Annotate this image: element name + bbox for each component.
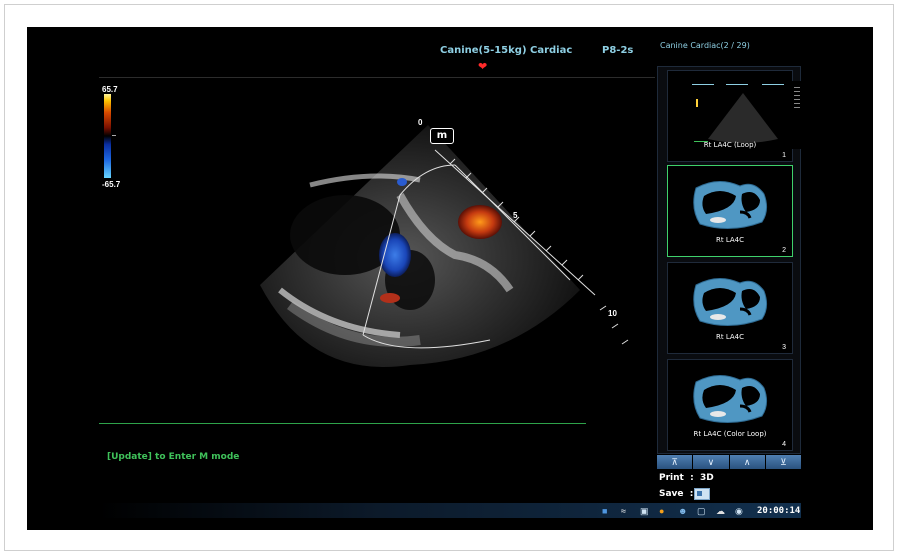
thumbnail-label: Rt LA4C (Loop): [703, 141, 757, 149]
exam-title: Canine(5-15kg) Cardiac: [440, 45, 573, 56]
depth-label: 10: [608, 309, 617, 318]
save-setting[interactable]: Save :: [659, 489, 693, 499]
color-scale-min: -65.7: [102, 180, 121, 189]
exam-progress: Canine Cardiac(2 / 29): [660, 41, 750, 50]
save-label: Save: [659, 489, 684, 499]
first-page-icon[interactable]: ⊼: [657, 455, 693, 469]
color-flow-blue: [397, 178, 407, 186]
system-clock: 20:00:14: [757, 506, 801, 516]
thumbnail-nav: ⊼ ∨ ∧ ⊻: [657, 455, 801, 469]
color-flow-red: [458, 205, 502, 239]
thumbnail-preview: [688, 81, 806, 149]
probe-name: P8-2s: [602, 45, 634, 56]
color-scale-baseline: [112, 135, 116, 136]
thumbnail-index: 4: [782, 441, 786, 448]
thumbnail-3[interactable]: Rt LA4C 3: [667, 262, 793, 354]
heart-diagram-icon: [693, 181, 768, 230]
thumbnail-label: Rt LA4C: [715, 333, 745, 341]
probe-icon[interactable]: ■: [602, 506, 607, 516]
print-setting[interactable]: Print : 3D: [659, 473, 714, 483]
depth-label: 0: [418, 118, 423, 127]
timeline-divider: [99, 423, 586, 424]
thumbnail-index: 3: [782, 344, 786, 351]
thumbnail-label: Rt LA4C: [715, 236, 745, 244]
color-scale-max: 65.7: [102, 85, 118, 94]
color-flow-red: [380, 293, 400, 303]
save-icon[interactable]: [694, 488, 710, 500]
page-down-icon[interactable]: ∨: [693, 455, 729, 469]
thumbnail-4[interactable]: Rt LA4C (Color Loop) 4: [667, 359, 793, 451]
page-up-icon[interactable]: ∧: [729, 455, 765, 469]
warning-icon[interactable]: ●: [659, 506, 664, 516]
status-bar: [99, 503, 801, 518]
user-icon[interactable]: ☻: [678, 506, 687, 516]
thumbnail-index: 1: [782, 152, 786, 159]
print-queue-icon[interactable]: ☁: [716, 506, 725, 516]
monitor-icon[interactable]: ▢: [697, 506, 706, 516]
color-velocity-bar: [104, 94, 111, 178]
heart-diagram-icon: [693, 278, 768, 327]
network-icon[interactable]: ▣: [640, 506, 649, 516]
thumbnail-1[interactable]: Rt LA4C (Loop) 1: [667, 70, 806, 162]
m-mode-cursor-badge[interactable]: m: [430, 128, 454, 144]
thumbnail-2[interactable]: Rt LA4C 2: [667, 165, 793, 257]
mode-prompt: [Update] to Enter M mode: [107, 452, 240, 462]
ultrasound-image[interactable]: [250, 110, 650, 390]
heart-diagram-icon: [693, 375, 768, 424]
header-divider: [99, 77, 655, 78]
thumbnail-label: Rt LA4C (Color Loop): [693, 430, 767, 438]
last-page-icon[interactable]: ⊻: [765, 455, 801, 469]
disk-icon[interactable]: ◉: [735, 506, 743, 516]
depth-label: 5: [513, 211, 518, 220]
thumbnail-index: 2: [782, 247, 786, 254]
wifi-icon[interactable]: ≈: [621, 506, 626, 516]
print-label: Print: [659, 473, 684, 483]
heart-icon: ❤: [478, 61, 488, 73]
print-value: 3D: [700, 473, 714, 483]
